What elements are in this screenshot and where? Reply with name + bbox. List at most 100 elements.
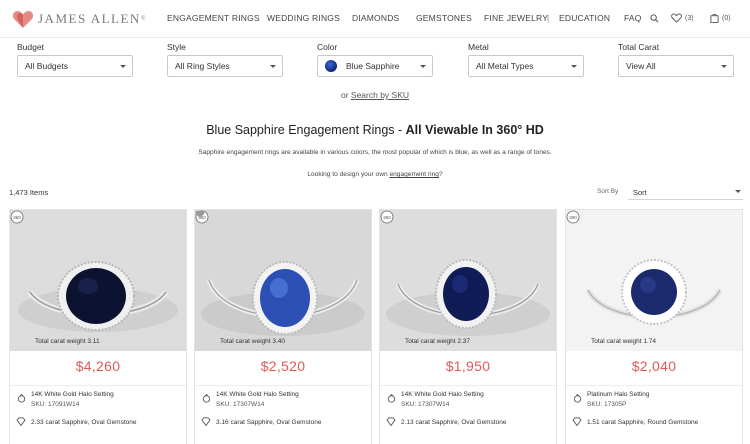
diamond-icon xyxy=(201,417,211,426)
wishlist-count: (3) xyxy=(685,14,694,22)
360-view-icon[interactable]: 360 xyxy=(380,210,394,224)
design-suffix: ? xyxy=(438,171,443,178)
ring-icon xyxy=(202,394,211,403)
svg-text:360: 360 xyxy=(13,215,21,220)
svg-text:360: 360 xyxy=(383,215,391,220)
total-carat-weight: Total carat weight 3.11 xyxy=(35,338,100,345)
360-view-icon[interactable]: 360 xyxy=(10,210,24,224)
select-value: All Budgets xyxy=(25,61,68,71)
caret-down-icon xyxy=(270,65,276,68)
ring-icon xyxy=(387,394,396,403)
ring-icon xyxy=(17,394,26,403)
nav-wedding-rings[interactable]: WEDDING RINGS xyxy=(267,13,340,23)
caret-down-icon xyxy=(571,65,577,68)
product-price: $4,260 xyxy=(75,358,121,374)
select-value: View All xyxy=(626,61,656,71)
sort-by-label: Sort By xyxy=(597,188,619,195)
card-divider xyxy=(380,385,556,386)
nav-faq[interactable]: FAQ xyxy=(624,13,642,23)
search-button[interactable] xyxy=(650,11,662,25)
360-view-icon[interactable]: 360 xyxy=(566,210,580,224)
page-description: Sapphire engagement rings are available … xyxy=(198,149,552,156)
nav-separator: | xyxy=(547,13,550,23)
filter-total-carat: Total Carat View All xyxy=(618,42,734,77)
product-price: $2,040 xyxy=(631,358,677,374)
color-swatch-icon xyxy=(325,60,337,72)
heart-icon[interactable] xyxy=(195,210,205,219)
ring-icon xyxy=(573,394,582,403)
design-your-own-line: Looking to design your own engagement ri… xyxy=(0,171,750,178)
card-divider xyxy=(10,385,186,386)
setting-name: 14K White Gold Halo Setting xyxy=(216,391,299,398)
setting-sku: SKU: 17307W14 xyxy=(401,401,450,408)
product-card[interactable]: 360 Total carat weight 3.11 $4,260 14K W… xyxy=(9,209,187,444)
card-divider xyxy=(195,385,371,386)
product-card[interactable]: 360 Total carat weight 3.40 $2,520 14K W… xyxy=(194,209,372,444)
wishlist-button[interactable]: (3) xyxy=(671,11,694,25)
page-title: Blue Sapphire Engagement Rings - All Vie… xyxy=(0,123,750,137)
total-carat-select[interactable]: View All xyxy=(618,55,734,77)
shopping-bag-icon xyxy=(710,13,719,23)
select-value: All Ring Styles xyxy=(175,61,230,71)
caret-down-icon xyxy=(420,65,426,68)
style-select[interactable]: All Ring Styles xyxy=(167,55,283,77)
filter-label: Total Carat xyxy=(618,42,660,52)
nav-engagement-rings[interactable]: ENGAGEMENT RINGS xyxy=(167,13,260,23)
gemstone-description: 2.13 carat Sapphire, Oval Gemstone xyxy=(401,419,507,426)
filter-metal: Metal All Metal Types xyxy=(468,42,584,77)
product-card[interactable]: 360 Total carat weight 2.37 $1,950 14K W… xyxy=(379,209,557,444)
nav-diamonds[interactable]: DIAMONDS xyxy=(352,13,399,23)
page-title-bold: All Viewable In 360° HD xyxy=(405,123,544,137)
setting-sku: SKU: 17091W14 xyxy=(31,401,80,408)
product-image: 360 Total carat weight 3.11 xyxy=(10,210,186,351)
sku-search-line: or Search by SKU xyxy=(0,90,750,100)
site-header: JAMES ALLEN ® ENGAGEMENT RINGS WEDDING RI… xyxy=(0,0,750,38)
main-nav: ENGAGEMENT RINGS WEDDING RINGS DIAMONDS … xyxy=(0,13,750,27)
cart-count: (0) xyxy=(722,14,731,22)
metal-select[interactable]: All Metal Types xyxy=(468,55,584,77)
diamond-icon xyxy=(386,417,396,426)
diamond-icon xyxy=(16,417,26,426)
diamond-icon xyxy=(572,417,582,426)
caret-down-icon xyxy=(721,65,727,68)
caret-down-icon xyxy=(735,190,741,193)
filter-label: Metal xyxy=(468,42,489,52)
product-image: 360 Total carat weight 2.37 xyxy=(380,210,556,351)
total-carat-weight: Total carat weight 1.74 xyxy=(591,338,657,345)
sort-select[interactable]: Sort xyxy=(628,185,743,200)
budget-select[interactable]: All Budgets xyxy=(17,55,133,77)
filter-label: Style xyxy=(167,42,186,52)
svg-text:360: 360 xyxy=(569,215,577,220)
caret-down-icon xyxy=(120,65,126,68)
setting-sku: SKU: 17305P xyxy=(587,401,627,408)
heart-icon xyxy=(671,13,682,23)
items-count: 1,473 Items xyxy=(9,188,49,197)
filter-label: Budget xyxy=(17,42,44,52)
gemstone-description: 2.33 carat Sapphire, Oval Gemstone xyxy=(31,419,137,426)
cart-button[interactable]: (0) xyxy=(710,11,731,25)
color-select[interactable]: Blue Sapphire xyxy=(317,55,433,77)
select-value: Blue Sapphire xyxy=(346,61,400,71)
total-carat-weight: Total carat weight 3.40 xyxy=(220,338,286,345)
select-value: All Metal Types xyxy=(476,61,534,71)
filter-style: Style All Ring Styles xyxy=(167,42,283,77)
page-title-main: Blue Sapphire Engagement Rings - xyxy=(206,123,406,137)
sort-value: Sort xyxy=(633,188,647,197)
setting-sku: SKU: 17307W14 xyxy=(216,401,265,408)
nav-gemstones[interactable]: GEMSTONES xyxy=(416,13,472,23)
product-image: 360 Total carat weight 1.74 xyxy=(566,210,742,351)
search-by-sku-link[interactable]: Search by SKU xyxy=(351,90,409,100)
card-divider xyxy=(566,385,742,386)
engagement-ring-link[interactable]: engagement ring xyxy=(389,171,439,178)
filter-label: Color xyxy=(317,42,338,52)
nav-education[interactable]: EDUCATION xyxy=(559,13,610,23)
nav-fine-jewelry[interactable]: FINE JEWELRY xyxy=(484,13,548,23)
sku-prefix: or xyxy=(340,90,349,100)
total-carat-weight: Total carat weight 2.37 xyxy=(405,338,471,345)
product-image: 360 Total carat weight 3.40 xyxy=(195,210,371,351)
product-card[interactable]: 360 Total carat weight 1.74 $2,040 Plati… xyxy=(565,209,743,444)
product-price: $2,520 xyxy=(260,358,306,374)
product-price: $1,950 xyxy=(445,358,491,374)
design-prefix: Looking to design your own xyxy=(307,171,390,178)
filter-budget: Budget All Budgets xyxy=(17,42,133,77)
